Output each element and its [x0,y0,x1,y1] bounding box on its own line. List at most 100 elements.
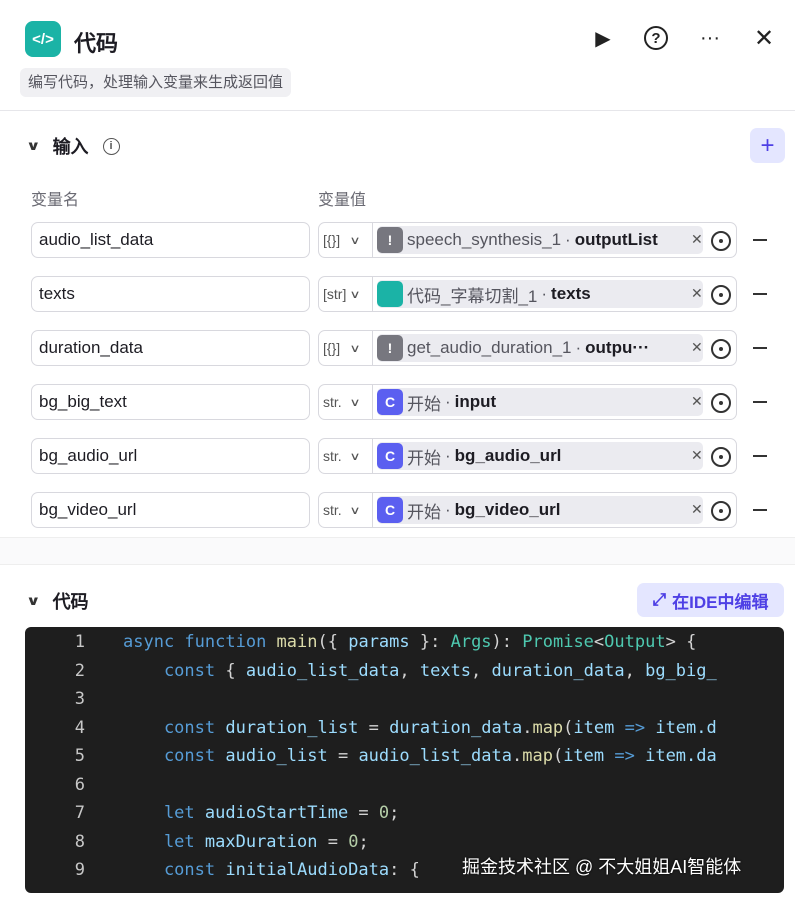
edit-in-ide-label: 在IDE中编辑 [672,592,769,612]
code-token: async [123,632,185,652]
variable-name-input[interactable]: texts [31,276,310,312]
variable-picker-icon[interactable] [711,285,731,305]
chevron-down-icon: ∨ [349,396,361,409]
code-token: audio_list_data [245,660,400,681]
info-icon[interactable]: i [102,137,120,155]
clear-icon[interactable]: ✕ [691,339,703,356]
clear-icon[interactable]: ✕ [691,231,703,248]
variable-value-field[interactable]: str. ∨ C 开始 · bg_video_url ✕ [318,492,737,528]
node-title[interactable]: 代码 [74,26,118,58]
type-select[interactable]: str. ∨ [319,385,373,419]
remove-input-button[interactable] [753,455,767,457]
variable-name-input[interactable]: audio_list_data [31,222,310,258]
inputs-section-header[interactable]: ∨ 输入 i [26,133,120,159]
line-number: 2 [74,660,85,681]
field-name: texts [551,284,591,303]
code-token: const [123,860,226,880]
more-icon[interactable]: ··· [696,24,724,52]
code-token: item.da [645,746,717,766]
code-token: Promise [522,632,594,652]
variable-name-input[interactable]: duration_data [31,330,310,366]
variable-name-input[interactable]: bg_big_text [31,384,310,420]
code-token: = [358,717,390,738]
code-token: , [399,660,420,681]
variable-picker-icon[interactable] [711,339,731,359]
node-name: 代码_字幕切割_1 [407,286,538,306]
variable-value-field[interactable]: str. ∨ C 开始 · input ✕ [318,384,737,420]
field-name: outputList [574,230,658,249]
code-token: const [123,660,226,681]
clear-icon[interactable]: ✕ [691,501,703,518]
remove-input-button[interactable] [753,509,767,511]
code-token: = [327,746,359,766]
node-name: 开始 [407,448,441,468]
add-input-button[interactable]: + [750,128,785,163]
code-section-header[interactable]: ∨ 代码 [26,588,89,614]
remove-input-button[interactable] [753,347,767,349]
line-number: 8 [74,831,85,852]
variable-name-input[interactable]: bg_video_url [31,492,310,528]
variable-name-input[interactable]: bg_audio_url [31,438,310,474]
field-name: bg_video_url [454,500,561,519]
input-row: bg_big_text str. ∨ C 开始 · input ✕ [31,384,791,420]
col-value-label: 变量值 [318,192,367,209]
code-token: ( [552,746,564,766]
variable-value-field[interactable]: [{}] ∨ ! speech_synthesis_1 · outputList ✕ [318,222,737,258]
remove-input-button[interactable] [753,293,767,295]
code-token: duration_data [389,717,523,738]
inputs-title: 输入 [52,137,89,157]
chevron-down-icon: ∨ [349,234,361,247]
code-token: => [604,746,646,766]
variable-picker-icon[interactable] [711,447,731,467]
help-icon[interactable]: ? [642,24,670,52]
remove-input-button[interactable] [753,401,767,403]
input-row: bg_video_url str. ∨ C 开始 · bg_video_url ✕ [31,492,791,528]
chevron-down-icon: ∨ [349,450,361,463]
variable-picker-icon[interactable] [711,501,731,521]
code-token: Output [604,632,666,652]
code-token: : { [389,860,420,880]
code-token: => [614,717,656,738]
code-token: map [532,717,564,738]
remove-input-button[interactable] [753,239,767,241]
code-token: const [123,746,226,766]
code-token: item.d [655,717,717,738]
variable-value-field[interactable]: [str] ∨ 代码_字幕切割_1 · texts ✕ [318,276,737,312]
type-select[interactable]: [{}] ∨ [319,223,373,257]
node-description: 编写代码，处理输入变量来生成返回值 [20,68,292,97]
type-label: str. [323,394,342,410]
code-token: }: [409,632,451,652]
type-select[interactable]: str. ∨ [319,493,373,527]
code-token: , [624,660,646,681]
line-number: 6 [74,774,85,795]
clear-icon[interactable]: ✕ [691,393,703,410]
type-select[interactable]: [str] ∨ [319,277,373,311]
code-token: , [471,660,492,681]
variable-value-field[interactable]: str. ∨ C 开始 · bg_audio_url ✕ [318,438,737,474]
code-token: ; [389,803,400,823]
edit-in-ide-button[interactable]: ⤢ 在IDE中编辑 [637,583,784,617]
node-name: 开始 [407,502,441,522]
code-token: < [593,632,605,652]
type-select[interactable]: [{}] ∨ [319,331,373,365]
type-label: [{}] [323,340,341,356]
close-icon[interactable]: ✕ [750,24,778,52]
node-icon: C [377,497,403,523]
clear-icon[interactable]: ✕ [691,447,703,464]
node-name: speech_synthesis_1 [407,230,562,249]
play-icon[interactable]: ▶ [589,24,617,52]
code-token: = [348,803,379,823]
code-token: maxDuration [204,831,318,852]
code-token: 0 [348,831,359,852]
divider [0,110,795,111]
code-token: let [123,831,205,852]
code-token: params [348,632,410,652]
variable-picker-icon[interactable] [711,231,731,251]
type-label: str. [323,502,342,518]
variable-picker-icon[interactable] [711,393,731,413]
variable-value-field[interactable]: [{}] ∨ ! get_audio_duration_1 · outpu··· ✕ [318,330,737,366]
clear-icon[interactable]: ✕ [691,285,703,302]
type-select[interactable]: str. ∨ [319,439,373,473]
node-name: 开始 [407,394,441,414]
code-line: const duration_list = duration_data.map(… [123,714,717,743]
